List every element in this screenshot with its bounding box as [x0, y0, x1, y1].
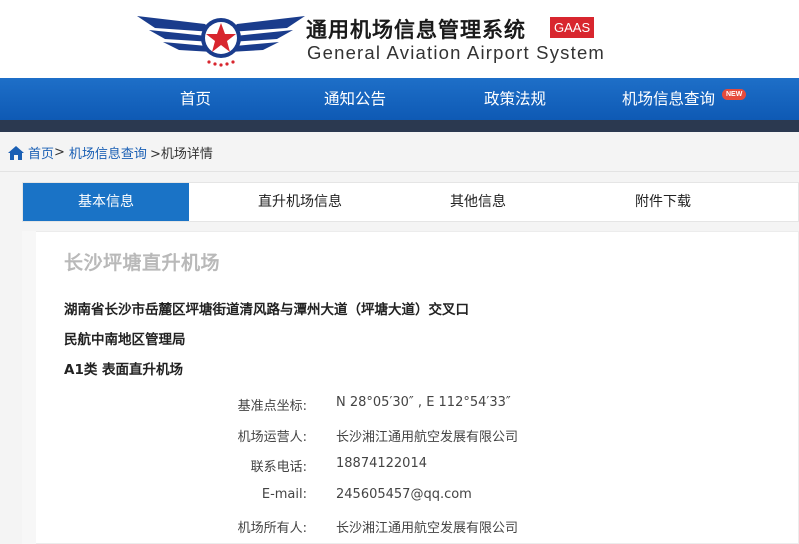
breadcrumb-current: >机场详情: [149, 147, 213, 162]
main-nav: 首页 通知公告 政策法规 机场信息查询: [0, 78, 799, 123]
tab-attachments[interactable]: 附件下载: [608, 183, 718, 221]
site-header: 通用机场信息管理系统 GAAS General Aviation Airport…: [0, 0, 799, 78]
phone-value: 18874122014: [336, 456, 427, 471]
logo-wings-icon: [137, 16, 305, 67]
tab-basic-info[interactable]: 基本信息: [23, 183, 189, 221]
home-icon: [8, 145, 24, 160]
owner-label: 机场所有人:: [237, 521, 307, 536]
breadcrumb: 首页 > 机场信息查询 >机场详情: [8, 143, 213, 162]
airport-category: A1类 表面直升机场: [64, 362, 184, 378]
airport-address: 湖南省长沙市岳麓区坪塘街道清风路与潭州大道（坪塘大道）交叉口: [64, 302, 469, 318]
airport-name: 长沙坪塘直升机场: [64, 252, 221, 274]
panel-left-bar: [22, 231, 36, 544]
nav-item-airport-query[interactable]: 机场信息查询: [622, 78, 715, 120]
new-badge: NEW: [722, 89, 747, 100]
coordinates-value: N 28°05′30″ , E 112°54′33″: [336, 395, 511, 410]
owner-value: 长沙湘江通用航空发展有限公司: [336, 521, 519, 536]
email-value: 245605457@qq.com: [336, 487, 472, 502]
nav-item-notices[interactable]: 通知公告: [324, 78, 386, 120]
breadcrumb-separator: >: [54, 145, 65, 160]
nav-item-home[interactable]: 首页: [180, 78, 211, 120]
breadcrumb-query-link[interactable]: 机场信息查询: [69, 143, 147, 162]
phone-label: 联系电话:: [250, 460, 307, 475]
site-title-en: General Aviation Airport System: [307, 42, 606, 63]
breadcrumb-home-link[interactable]: 首页: [28, 143, 54, 162]
divider: [0, 171, 799, 172]
coordinates-label: 基准点坐标:: [237, 399, 307, 414]
nav-item-regulations[interactable]: 政策法规: [484, 78, 546, 120]
site-title-cn: 通用机场信息管理系统: [306, 18, 526, 42]
airport-authority: 民航中南地区管理局: [64, 332, 186, 348]
detail-tabs: 基本信息 直升机场信息 其他信息 附件下载: [22, 182, 799, 222]
operator-value: 长沙湘江通用航空发展有限公司: [336, 430, 519, 445]
site-badge: GAAS: [550, 17, 595, 38]
nav-underbar: [0, 120, 799, 132]
email-label: E-mail:: [261, 487, 307, 502]
tab-heliport-info[interactable]: 直升机场信息: [245, 183, 355, 221]
operator-label: 机场运营人:: [237, 430, 307, 445]
tab-other-info[interactable]: 其他信息: [423, 183, 533, 221]
